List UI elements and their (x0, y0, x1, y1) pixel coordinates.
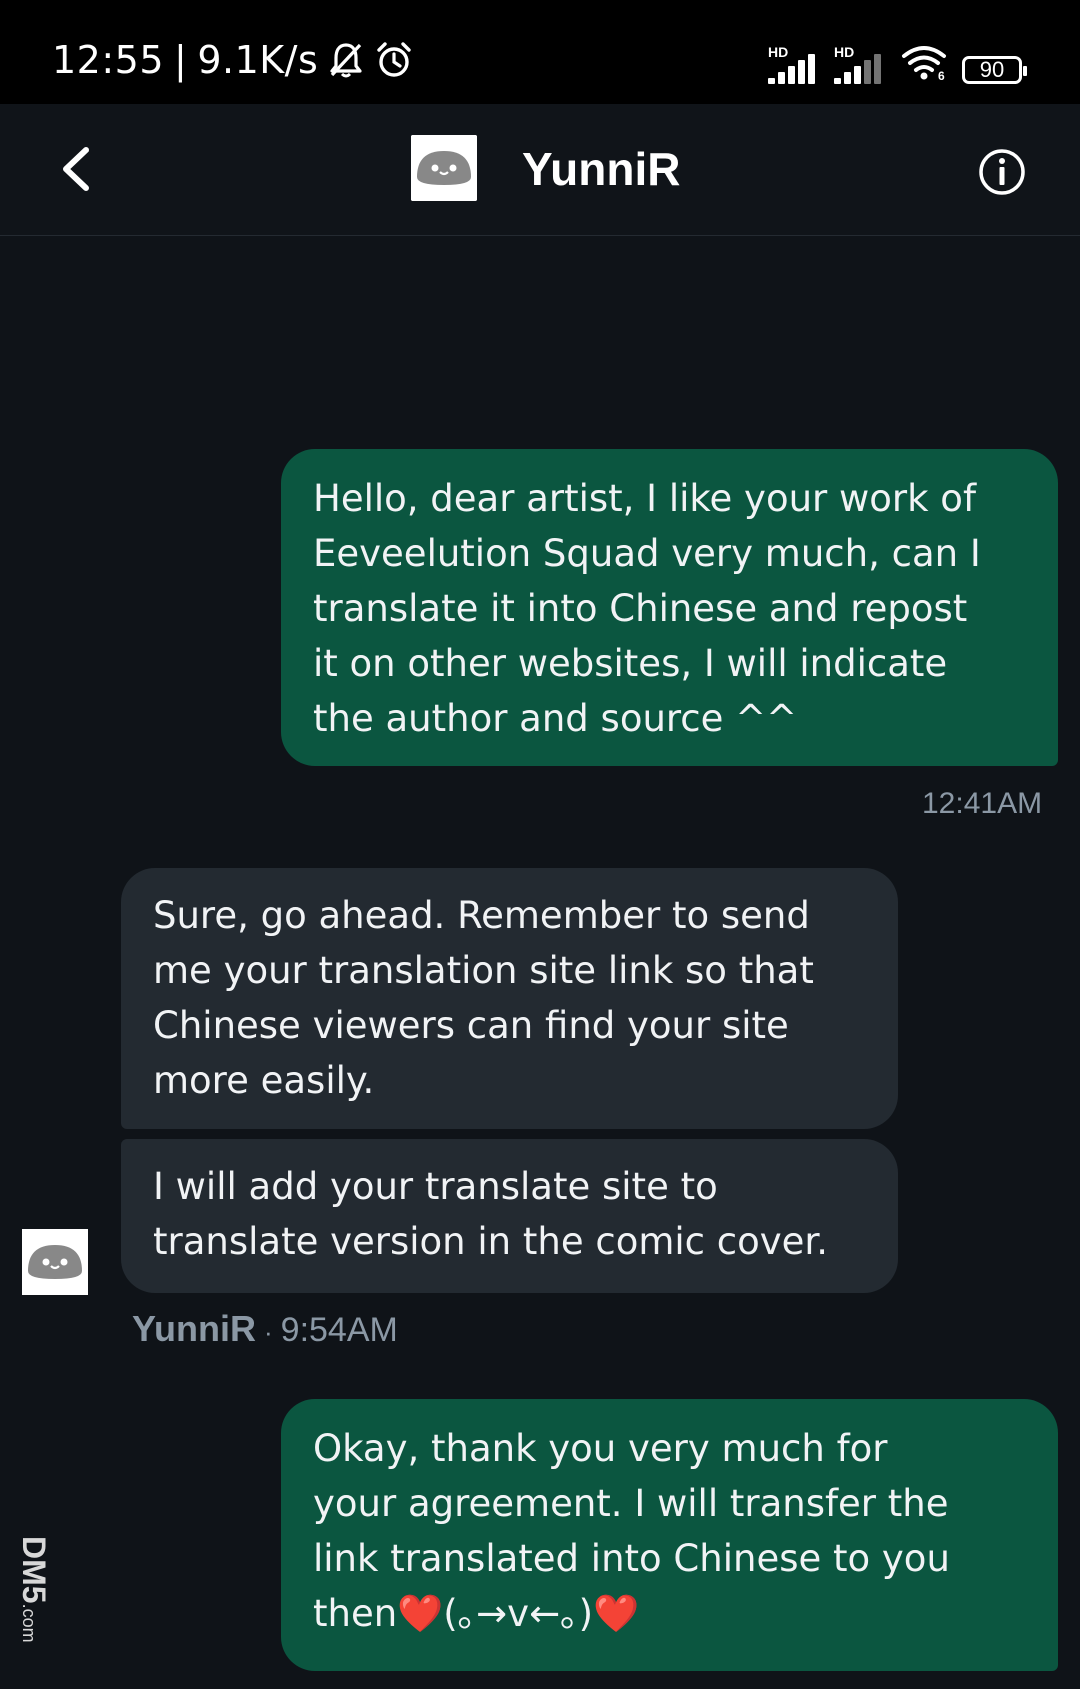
status-time: 12:55 (52, 38, 165, 82)
signal-hd-icon: HD (834, 44, 886, 84)
signal-hd-label: HD (768, 44, 789, 60)
message-timestamp: 12:41AM (922, 787, 1043, 820)
incoming-message-bubble[interactable]: Sure, go ahead. Remember to send me your… (121, 868, 898, 1129)
blob-avatar-icon (411, 135, 477, 201)
watermark-suffix: .com (19, 1603, 39, 1643)
outgoing-message-bubble[interactable]: Okay, thank you very much for your agree… (281, 1399, 1058, 1671)
contact-name[interactable]: YunniR (522, 142, 680, 196)
status-bar: 12:55 | 9.1K/s HD HD 6 90 (0, 0, 1080, 104)
outgoing-message-bubble[interactable]: Hello, dear artist, I like your work of … (281, 449, 1058, 766)
meta-dot: · (264, 1317, 273, 1347)
sender-name: YunniR (132, 1308, 256, 1349)
alarm-icon (374, 40, 414, 80)
signal-hd-icon: HD (768, 44, 820, 84)
signal-hd-label: HD (834, 44, 855, 60)
status-right: HD HD 6 90 (768, 44, 1027, 84)
wifi-icon: 6 (900, 44, 948, 84)
dm5-watermark: DM5.com (14, 1536, 54, 1666)
watermark-brand: DM5 (16, 1536, 52, 1604)
blob-avatar-icon (22, 1229, 88, 1295)
conversation-header: YunniR (0, 104, 1080, 236)
info-icon (979, 149, 1025, 195)
back-button[interactable] (56, 144, 96, 194)
sender-avatar[interactable] (22, 1229, 88, 1295)
chevron-left-icon (63, 147, 89, 191)
bell-muted-icon (328, 41, 364, 79)
chat-area[interactable]: Hello, dear artist, I like your work of … (0, 236, 1080, 1689)
status-separator: | (174, 38, 188, 82)
battery-level: 90 (979, 57, 1005, 82)
network-speed: 9.1K/s (197, 38, 319, 82)
message-timestamp: 9:54AM (280, 1311, 398, 1349)
contact-avatar[interactable] (411, 135, 477, 201)
incoming-meta: YunniR · 9:54AM (132, 1308, 398, 1350)
battery-indicator: 90 (962, 56, 1027, 84)
info-button[interactable] (978, 148, 1026, 196)
incoming-message-bubble[interactable]: I will add your translate site to transl… (121, 1139, 898, 1293)
svg-text:6: 6 (938, 69, 945, 80)
status-left: 12:55 | 9.1K/s (52, 38, 414, 82)
